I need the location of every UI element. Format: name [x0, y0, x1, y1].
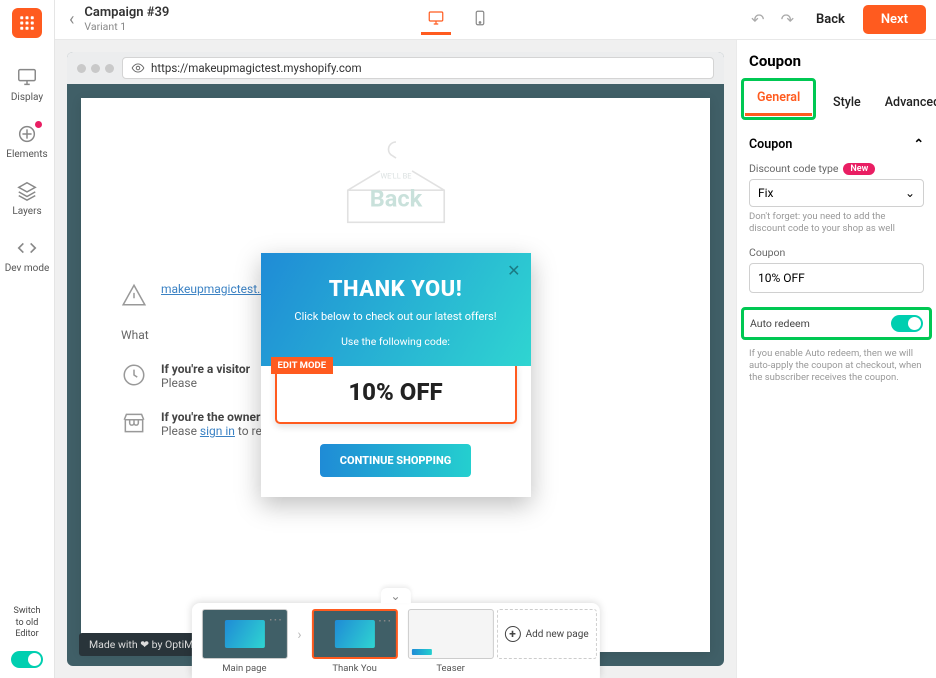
rail-elements-label: Elements: [6, 149, 47, 160]
thumb-teaser-label: Teaser: [436, 663, 465, 674]
rail-layers[interactable]: Layers: [0, 170, 54, 227]
continue-shopping-button[interactable]: CONTINUE SHOPPING: [320, 444, 471, 477]
thumb-thank-you[interactable]: ⋯: [312, 609, 398, 659]
device-desktop[interactable]: [421, 4, 451, 35]
notification-dot-icon: [35, 121, 42, 128]
hanger-icon: WE'LL BE Back: [321, 132, 471, 242]
bg-visitor-heading: If you're a visitor: [161, 362, 250, 376]
undo-button[interactable]: ↶: [747, 6, 768, 33]
preview-canvas: https://makeupmagictest.myshopify.com WE…: [67, 52, 724, 666]
auto-redeem-help: If you enable Auto redeem, then we will …: [749, 348, 924, 385]
mobile-icon: [471, 9, 489, 27]
popup-code-label: Use the following code:: [277, 335, 515, 348]
sidebar-title: Coupon: [737, 48, 936, 78]
thumb-main-label: Main page: [222, 663, 266, 674]
edit-mode-badge: EDIT MODE: [271, 357, 334, 374]
bg-signin-link: sign in: [200, 424, 235, 438]
new-badge: New: [843, 163, 875, 175]
bg-visitor-text: Please: [161, 376, 197, 390]
thumb-teaser[interactable]: [408, 609, 494, 659]
clock-icon: [121, 362, 147, 388]
page-tray: ⌄ ⋯ Main page › ⋯ Thank You Teaser +: [191, 603, 599, 678]
redo-button[interactable]: ↷: [777, 6, 798, 33]
popup-title: THANK YOU!: [277, 277, 515, 302]
app-logo[interactable]: [12, 8, 42, 38]
variant-label: Variant 1: [84, 20, 169, 33]
coupon-field-label: Coupon: [749, 246, 924, 259]
switch-editor-label: Switch to old Editor: [12, 602, 43, 645]
rail-elements[interactable]: Elements: [0, 113, 54, 170]
auto-redeem-toggle[interactable]: [891, 315, 923, 332]
svg-text:WE'LL BE: WE'LL BE: [380, 171, 411, 180]
popup-close-icon[interactable]: ✕: [507, 261, 520, 280]
bg-owner-text: Please: [161, 424, 200, 438]
rail-display-label: Display: [11, 92, 43, 103]
section-coupon-toggle[interactable]: Coupon ⌃: [737, 126, 936, 162]
tray-toggle-icon[interactable]: ⌄: [381, 588, 411, 603]
svg-text:Back: Back: [369, 184, 422, 212]
desktop-icon: [427, 9, 445, 27]
popup-subtitle: Click below to check out our latest offe…: [277, 310, 515, 323]
url-bar[interactable]: https://makeupmagictest.myshopify.com: [122, 57, 714, 79]
plus-icon: +: [505, 626, 521, 642]
next-button[interactable]: Next: [863, 5, 926, 34]
chevron-down-icon: ⌄: [905, 186, 915, 200]
tab-general[interactable]: General: [745, 82, 812, 116]
arrow-icon: ›: [297, 627, 301, 657]
url-text: https://makeupmagictest.myshopify.com: [151, 61, 362, 75]
discount-help-text: Don't forget: you need to add the discou…: [749, 211, 924, 236]
thumb-more-icon[interactable]: ⋯: [378, 613, 392, 629]
rail-layers-label: Layers: [12, 206, 41, 217]
eye-icon: [131, 61, 145, 75]
discount-type-label: Discount code type: [749, 162, 838, 175]
store-icon: [121, 410, 147, 436]
auto-redeem-label: Auto redeem: [750, 317, 810, 330]
thumb-more-icon[interactable]: ⋯: [268, 612, 282, 628]
campaign-title: Campaign #39: [84, 6, 169, 20]
discount-type-value: Fix: [758, 186, 774, 200]
discount-type-select[interactable]: Fix ⌄: [749, 179, 924, 207]
coupon-input[interactable]: [749, 263, 924, 293]
add-page-label: Add new page: [526, 629, 589, 640]
tab-advanced[interactable]: Advanced: [873, 87, 936, 118]
device-mobile[interactable]: [465, 4, 495, 35]
chevron-up-icon: ⌃: [914, 136, 924, 152]
popup-preview[interactable]: ✕ THANK YOU! Click below to check out ou…: [261, 253, 531, 497]
switch-editor-toggle[interactable]: [11, 651, 43, 668]
section-coupon-label: Coupon: [749, 137, 792, 152]
back-button[interactable]: Back: [806, 6, 855, 33]
back-chevron-icon[interactable]: ‹: [65, 9, 78, 30]
rail-devmode-label: Dev mode: [5, 263, 50, 274]
tab-style[interactable]: Style: [821, 87, 873, 118]
thumb-thankyou-label: Thank You: [332, 663, 377, 674]
window-dots-icon: [77, 64, 114, 73]
warning-icon: [121, 282, 147, 308]
rail-devmode[interactable]: Dev mode: [0, 227, 54, 284]
rail-display[interactable]: Display: [0, 56, 54, 113]
add-new-page-button[interactable]: + Add new page: [497, 609, 597, 659]
thumb-main-page[interactable]: ⋯: [201, 609, 287, 659]
